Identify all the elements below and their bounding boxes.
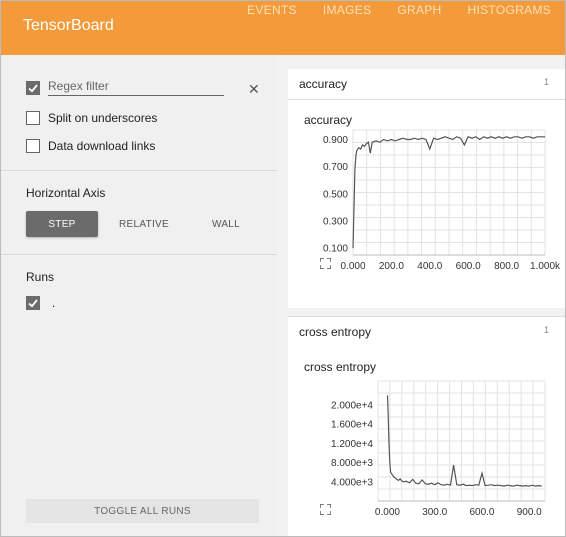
data-download-checkbox[interactable]: [26, 139, 40, 153]
x-tick-label: 300.0: [422, 507, 447, 518]
tab-images[interactable]: IMAGES: [323, 1, 371, 21]
runs-title: Runs: [26, 270, 55, 284]
axis-relative-button[interactable]: RELATIVE: [108, 211, 180, 237]
y-tick-label: 4.000e+3: [331, 477, 373, 488]
y-tick-label: 0.100: [323, 244, 348, 255]
axis-wall-button[interactable]: WALL: [190, 211, 262, 237]
group-count: 1: [543, 77, 549, 87]
regex-filter-row: Regex filter: [26, 79, 224, 96]
y-tick-label: 0.500: [323, 189, 348, 200]
group-name: cross entropy: [299, 325, 372, 339]
tab-graph[interactable]: GRAPH: [397, 1, 441, 21]
x-tick-label: 600.0: [469, 507, 494, 518]
group-count: 1: [543, 325, 549, 335]
regex-filter-checkbox[interactable]: [26, 80, 40, 95]
chart-card-accuracy: accuracy 0.100 0.300 0.500 0.700 0.900 0.000 2…: [288, 100, 565, 308]
y-tick-label: 1.200e+4: [331, 439, 373, 450]
y-tick-label: 8.000e+3: [331, 458, 373, 469]
y-tick-label: 0.300: [323, 217, 348, 228]
horizontal-axis-selector: STEP RELATIVE WALL: [26, 211, 262, 237]
y-tick-label: 1.600e+4: [331, 420, 373, 431]
y-tick-label: 2.000e+4: [331, 401, 373, 412]
tab-events[interactable]: EVENTS: [247, 1, 297, 21]
data-download-label: Data download links: [48, 139, 156, 153]
group-name: accuracy: [299, 77, 348, 91]
app-frame: TensorBoard EVENTS IMAGES GRAPH HISTOGRA…: [0, 0, 566, 537]
x-tick-label: 200.0: [379, 261, 404, 272]
close-icon[interactable]: ✕: [248, 81, 260, 98]
chart-card-cross-entropy: cross entropy 4.000e+3 8.000e+3 1.200e+4 1.…: [288, 347, 565, 536]
chart-grid: [377, 380, 546, 502]
x-tick-label: 400.0: [417, 261, 442, 272]
group-header-accuracy[interactable]: accuracy 1: [288, 69, 565, 100]
x-tick-label: 1.000k: [530, 261, 561, 272]
x-tick-label: 600.0: [456, 261, 481, 272]
y-tick-label: 0.900: [323, 135, 348, 146]
run-item: .: [26, 296, 55, 310]
group-header-cross-entropy[interactable]: cross entropy 1: [288, 316, 565, 348]
top-nav: EVENTS IMAGES GRAPH HISTOGRAMS: [247, 1, 551, 21]
sidebar: Regex filter ✕ Split on underscores Data…: [1, 55, 277, 536]
run-name: .: [52, 296, 56, 310]
split-underscores-checkbox[interactable]: [26, 111, 40, 125]
x-tick-label: 900.0: [517, 507, 542, 518]
run-checkbox[interactable]: [26, 296, 40, 310]
split-underscores-row: Split on underscores: [26, 111, 157, 125]
toggle-all-runs-button[interactable]: TOGGLE ALL RUNS: [26, 499, 259, 523]
top-bar: TensorBoard EVENTS IMAGES GRAPH HISTOGRA…: [1, 1, 565, 55]
y-tick-label: 0.700: [323, 162, 348, 173]
expand-icon[interactable]: [320, 258, 331, 269]
app-title: TensorBoard: [23, 17, 114, 34]
data-download-row: Data download links: [26, 139, 155, 153]
divider: [1, 170, 277, 171]
checkmark-icon: [28, 83, 38, 93]
horizontal-axis-title: Horizontal Axis: [26, 186, 106, 200]
regex-filter-input[interactable]: Regex filter: [48, 79, 224, 96]
x-tick-label: 0.000: [340, 261, 365, 272]
x-tick-label: 800.0: [494, 261, 519, 272]
divider: [1, 254, 277, 255]
axis-step-button[interactable]: STEP: [26, 211, 98, 237]
expand-icon[interactable]: [320, 504, 331, 515]
tab-histograms[interactable]: HISTOGRAMS: [468, 1, 551, 21]
checkmark-icon: [28, 299, 38, 308]
chart-grid: [352, 129, 546, 256]
accuracy-chart: 0.100 0.300 0.500 0.700 0.900 0.000 200.0 400.0…: [323, 129, 561, 272]
split-underscores-label: Split on underscores: [48, 111, 158, 125]
x-tick-label: 0.000: [375, 507, 400, 518]
